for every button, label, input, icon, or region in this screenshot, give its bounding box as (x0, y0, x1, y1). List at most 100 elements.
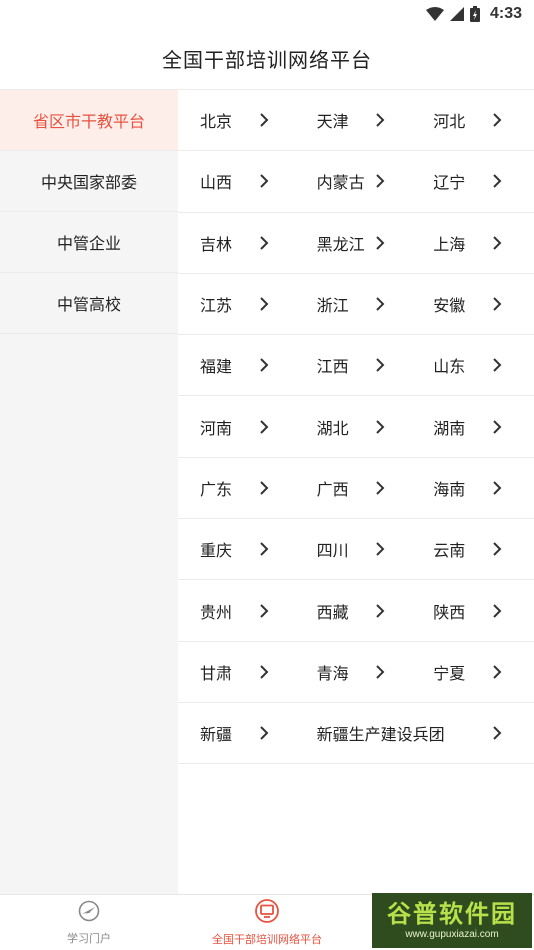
chevron-right-icon (375, 358, 385, 373)
region-label: 广东 (200, 479, 233, 499)
region-label: 新疆 (200, 725, 233, 745)
region-label: 北京 (200, 112, 233, 132)
compass-icon (78, 900, 100, 926)
region-item[interactable]: 吉林 (178, 213, 295, 273)
chevron-right-icon (375, 542, 385, 556)
region-item[interactable]: 浙江 (295, 274, 412, 334)
region-row: 贵州 西藏 陕西 (178, 580, 534, 642)
chevron-right-icon (492, 542, 502, 556)
region-label: 四川 (316, 541, 349, 561)
region-item[interactable]: 陕西 (411, 580, 528, 640)
chevron-right-icon (375, 174, 385, 189)
region-item[interactable]: 江苏 (178, 274, 295, 334)
chevron-right-icon (259, 603, 269, 618)
region-item[interactable]: 辽宁 (411, 151, 528, 211)
region-item[interactable]: 西藏 (295, 580, 412, 640)
chevron-right-icon (375, 603, 385, 618)
region-item[interactable]: 河南 (178, 396, 295, 456)
region-label: 辽宁 (433, 173, 466, 193)
sidebar-item-provincial[interactable]: 省区市干教平台 (0, 90, 178, 151)
chevron-right-icon (259, 174, 269, 189)
site-watermark: 谷普软件园 www.gupuxiazai.com (372, 893, 532, 948)
region-row: 甘肃 青海 宁夏 (178, 642, 534, 703)
chevron-right-icon (259, 113, 269, 127)
chevron-right-icon (492, 726, 502, 740)
watermark-url: www.gupuxiazai.com (405, 929, 499, 940)
region-label: 天津 (316, 112, 349, 132)
chevron-right-icon (375, 297, 385, 311)
region-item[interactable]: 北京 (178, 90, 295, 150)
region-item[interactable]: 广西 (295, 458, 412, 518)
chevron-right-icon (259, 481, 269, 495)
chevron-right-icon (375, 419, 385, 434)
region-item[interactable]: 宁夏 (411, 642, 528, 702)
region-label: 河南 (200, 418, 233, 438)
region-item[interactable]: 青海 (295, 642, 412, 702)
region-item[interactable]: 黑龙江 (295, 213, 412, 273)
sidebar-item-label: 中管企业 (56, 234, 121, 253)
region-label: 贵州 (200, 602, 233, 622)
sidebar-item-central-enterprises[interactable]: 中管企业 (0, 212, 178, 273)
region-label: 安徽 (433, 296, 466, 316)
region-row: 广东 广西 海南 (178, 458, 534, 520)
region-label: 甘肃 (200, 663, 233, 683)
region-item[interactable]: 海南 (411, 458, 528, 518)
region-label: 云南 (433, 541, 466, 561)
chevron-right-icon (259, 419, 269, 434)
region-item[interactable]: 福建 (178, 335, 295, 395)
region-label: 浙江 (316, 296, 349, 316)
chevron-right-icon (492, 358, 502, 373)
region-item[interactable]: 重庆 (178, 519, 295, 579)
region-item[interactable]: 湖南 (411, 396, 528, 456)
app-header: 全国干部培训网络平台 (0, 28, 534, 90)
region-label: 青海 (316, 663, 349, 683)
battery-icon (469, 6, 480, 22)
region-item[interactable]: 广东 (178, 458, 295, 518)
chevron-right-icon (492, 665, 502, 679)
nav-item-learning-portal[interactable]: 学习门户 (0, 895, 178, 950)
watermark-title: 谷普软件园 (387, 900, 517, 928)
chevron-right-icon (375, 236, 385, 250)
region-item[interactable]: 四川 (295, 519, 412, 579)
region-item[interactable]: 内蒙古 (295, 151, 412, 211)
region-item[interactable]: 新疆 (178, 703, 295, 763)
region-label: 海南 (433, 479, 466, 499)
region-item[interactable]: 天津 (295, 90, 412, 150)
nav-label: 学习门户 (67, 931, 111, 945)
chevron-right-icon (375, 113, 385, 127)
region-label: 福建 (200, 357, 233, 377)
region-item[interactable]: 贵州 (178, 580, 295, 640)
region-item[interactable]: 山西 (178, 151, 295, 211)
sidebar-item-central-universities[interactable]: 中管高校 (0, 273, 178, 334)
nav-item-training-platform[interactable]: 全国干部培训网络平台 (178, 895, 356, 950)
wifi-icon (425, 7, 444, 21)
region-item[interactable]: 上海 (411, 213, 528, 273)
region-row: 北京 天津 河北 (178, 90, 534, 152)
chevron-right-icon (259, 665, 269, 679)
region-item[interactable]: 安徽 (411, 274, 528, 334)
region-label: 黑龙江 (316, 234, 365, 254)
sidebar-item-label: 省区市干教平台 (32, 112, 145, 131)
region-item[interactable]: 云南 (411, 519, 528, 579)
region-item[interactable]: 甘肃 (178, 642, 295, 702)
cellular-signal-icon (449, 7, 464, 21)
region-row: 吉林 黑龙江 上海 (178, 213, 534, 274)
region-row: 江苏 浙江 安徽 (178, 274, 534, 336)
chevron-right-icon (259, 726, 269, 740)
region-item[interactable]: 江西 (295, 335, 412, 395)
region-item[interactable]: 新疆生产建设兵团 (295, 703, 528, 763)
region-label: 湖北 (316, 418, 349, 438)
region-item[interactable]: 河北 (411, 90, 528, 150)
region-row: 新疆 新疆生产建设兵团 (178, 703, 534, 765)
region-label: 西藏 (316, 602, 349, 622)
chevron-right-icon (492, 419, 502, 434)
sidebar-item-label: 中管高校 (56, 295, 121, 314)
sidebar-item-central-ministries[interactable]: 中央国家部委 (0, 151, 178, 212)
region-label: 上海 (433, 234, 466, 254)
region-label: 江苏 (200, 296, 233, 316)
region-label: 吉林 (200, 234, 233, 254)
chevron-right-icon (492, 113, 502, 127)
region-item[interactable]: 湖北 (295, 396, 412, 456)
chevron-right-icon (375, 481, 385, 495)
region-item[interactable]: 山东 (411, 335, 528, 395)
